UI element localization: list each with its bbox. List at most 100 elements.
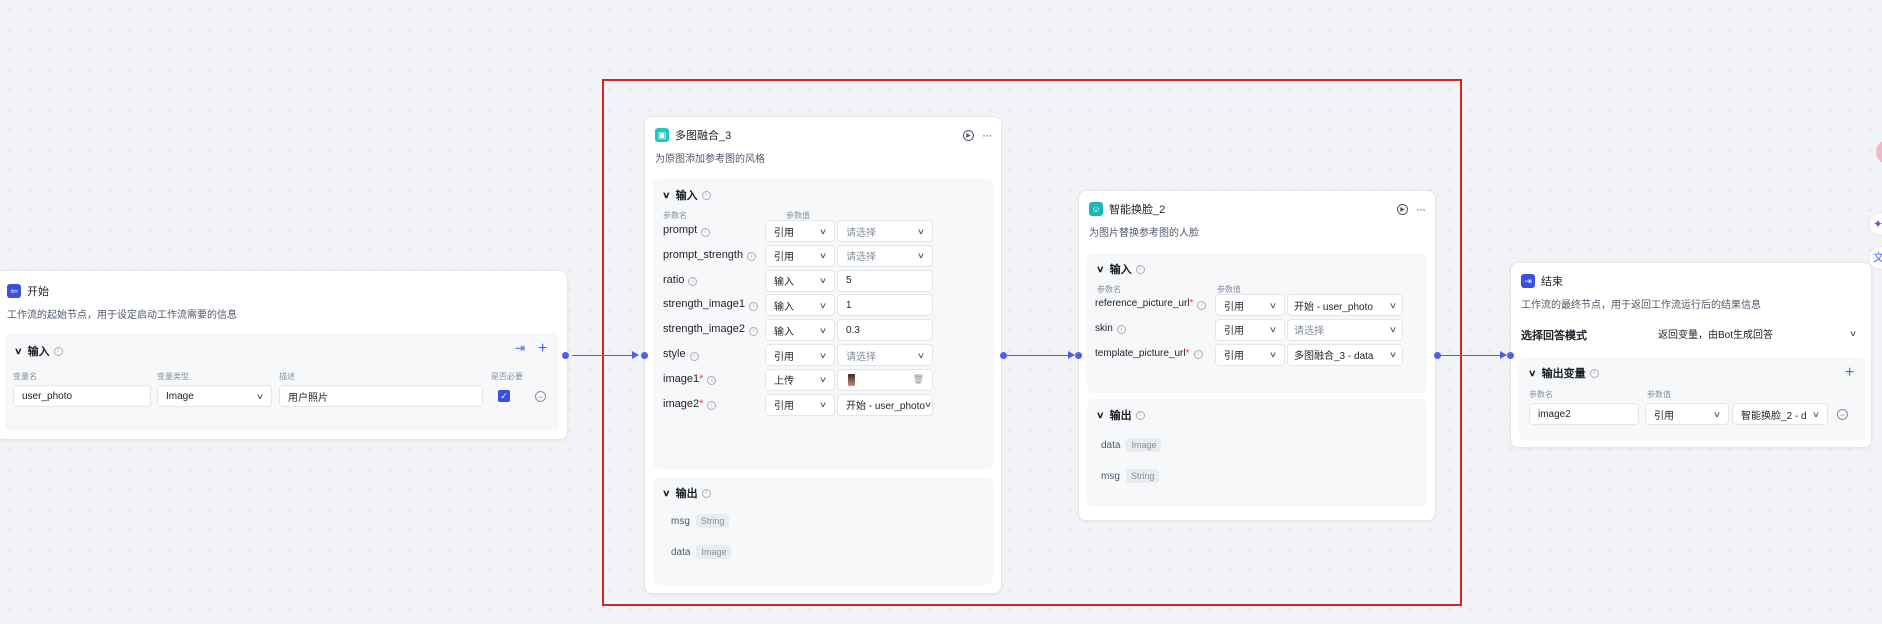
chevron-down-icon: ∨ [1388,325,1398,335]
info-icon: i [688,277,698,287]
chevron-down-icon: ∨ [818,226,828,236]
col-header-param: 参数名 [1529,390,1553,399]
add-output-variable-button[interactable]: + [1845,365,1854,381]
param-row: prompt i 引用 ∨ 请选择 ∨ [653,219,993,243]
var-type-select[interactable]: Image ∨ [157,385,272,407]
param-mode-select[interactable]: 引用 ∨ [765,344,835,366]
run-icon[interactable]: ▶ [1397,203,1408,215]
required-checkbox[interactable]: ✓ [498,390,510,402]
uploaded-image-thumbnail[interactable] [848,373,855,386]
remove-output-variable-button[interactable]: − [1837,409,1848,420]
chevron-down-icon: ∨ [916,251,926,261]
type-tag: String [695,514,730,528]
param-name: strength_image1 i [663,298,758,311]
param-value-text: 5 [846,275,852,287]
end-input-port[interactable] [1507,352,1514,359]
param-value-field[interactable]: 0.3 [837,319,933,342]
remove-variable-button[interactable]: − [535,391,546,402]
param-value-select[interactable]: 请选择 ∨ [1287,318,1403,341]
param-mode-select[interactable]: 引用 ∨ [765,220,835,242]
param-mode-select[interactable]: 引用 ∨ [765,244,835,267]
info-icon: i [689,351,699,361]
start-node[interactable]: ⇦ 开始 工作流的起始节点，用于设定启动工作流需要的信息 ∨ 输入 i ⇥ + … [0,270,569,440]
info-icon: i [707,376,717,386]
output-var-name-input[interactable]: image2 [1529,403,1639,425]
param-mode-text: 引用 [774,227,794,239]
param-row: reference_picture_url* i 引用 ∨ 开始 - user_phot… [1087,293,1427,317]
more-icon[interactable]: ··· [982,128,992,142]
answer-mode-select[interactable]: 返回变量，由Bot生成回答 ∨ [1649,322,1865,344]
param-value-field[interactable]: 🗑 [837,368,933,391]
connection-faceswap-to-end [1438,351,1507,359]
param-mode-text: 上传 [774,376,794,388]
faceswap-node-desc: 为图片替换参考图的人脸 [1089,228,1199,239]
end-output-header[interactable]: ∨ 输出变量 i [1528,365,1599,381]
delete-icon[interactable]: 🗑 [913,374,924,385]
var-desc-input[interactable]: 用户照片 [279,385,483,407]
param-value-text: 0.3 [846,324,860,336]
param-mode-select[interactable]: 引用 ∨ [1215,294,1285,316]
param-mode-select[interactable]: 引用 ∨ [765,393,835,416]
chevron-down-icon: ∨ [14,345,23,356]
param-name: prompt i [663,224,711,237]
param-name: strength_image2 i [663,323,758,336]
param-value-field[interactable]: 1 [837,294,933,317]
blend-output-header[interactable]: ∨ 输出 i [662,485,711,501]
faceswap-input-header[interactable]: ∨ 输入 i [1096,261,1145,277]
param-value-text: 请选择 [846,252,876,264]
floating-avatar[interactable] [1876,140,1882,164]
output-var-value-select[interactable]: 智能换脸_2 - d ∨ [1732,403,1828,425]
start-output-port[interactable] [562,352,569,359]
blend-node[interactable]: ▣ 多图融合_3 ▶ ··· 为原图添加参考图的风格 ∨ 输入 i 参数名 参数… [641,116,1007,594]
answer-mode-label: 选择回答模式 [1521,330,1587,342]
faceswap-output-header[interactable]: ∨ 输出 i [1096,407,1145,423]
col-header-var-name: 变量名 [13,372,37,381]
col-header-var-type: 变量类型 [157,372,189,381]
param-value-select[interactable]: 开始 - user_photo ∨ [1287,294,1403,316]
param-value-select[interactable]: 多图融合_3 - data ∨ [1287,343,1403,366]
run-icon[interactable]: ▶ [963,129,974,141]
param-mode-text: 引用 [774,252,794,264]
param-mode-text: 输入 [774,301,794,313]
chevron-down-icon: ∨ [818,400,828,410]
param-value-text: 请选择 [846,227,876,239]
param-mode-select[interactable]: 上传 ∨ [765,368,835,391]
param-mode-select[interactable]: 输入 ∨ [765,294,835,317]
type-tag: Image [1126,438,1162,452]
var-name-input[interactable]: user_photo [13,385,151,407]
import-icon[interactable]: ⇥ [515,341,525,355]
add-variable-button[interactable]: + [538,341,547,357]
param-row: template_picture_url* i 引用 ∨ 多图融合_3 - data ∨ [1087,343,1427,367]
more-icon[interactable]: ··· [1416,202,1426,216]
required-mark: * [1189,298,1194,309]
end-node[interactable]: ⇥ 结束 工作流的最终节点，用于返回工作流运行后的结果信息 选择回答模式 返回变… [1507,262,1872,448]
param-row: strength_image2 i 输入 ∨ 0.3 [653,318,993,342]
param-value-text: 请选择 [846,351,876,363]
faceswap-node[interactable]: ☺ 智能换脸_2 ▶ ··· 为图片替换参考图的人脸 ∨ 输入 i 参数名 参数… [1075,190,1441,521]
param-mode-select[interactable]: 输入 ∨ [765,269,835,292]
param-value-field[interactable]: 请选择 ∨ [837,220,933,242]
blend-input-port[interactable] [641,352,648,359]
blend-input-label: 输入 [675,190,698,202]
sparkle-icon[interactable]: ✦ [1868,212,1882,236]
param-name-text: style [663,348,686,360]
connection-start-to-blend [572,351,639,359]
end-node-icon: ⇥ [1521,274,1535,288]
param-value-field[interactable]: 开始 - user_photo ∨ [837,393,933,416]
param-value-field[interactable]: 5 [837,269,933,292]
param-mode-select[interactable]: 输入 ∨ [765,319,835,342]
param-name: image1* i [663,373,717,386]
blend-input-panel: ∨ 输入 i 参数名 参数值 prompt i 引用 ∨ 请选择 ∨ prompt_stre… [653,179,993,469]
chevron-down-icon: ∨ [818,350,828,360]
faceswap-input-port[interactable] [1075,352,1082,359]
chevron-down-icon: ∨ [916,226,926,236]
start-input-header[interactable]: ∨ 输入 i [14,343,63,359]
param-mode-select[interactable]: 引用 ∨ [1215,318,1285,341]
chevron-down-icon: ∨ [923,400,932,410]
blend-input-header[interactable]: ∨ 输入 i [662,187,711,203]
col-header-required: 是否必要 [491,372,523,381]
param-mode-select[interactable]: 引用 ∨ [1215,343,1285,366]
param-value-field[interactable]: 请选择 ∨ [837,344,933,366]
param-value-field[interactable]: 请选择 ∨ [837,244,933,267]
output-var-mode-select[interactable]: 引用 ∨ [1645,403,1729,425]
